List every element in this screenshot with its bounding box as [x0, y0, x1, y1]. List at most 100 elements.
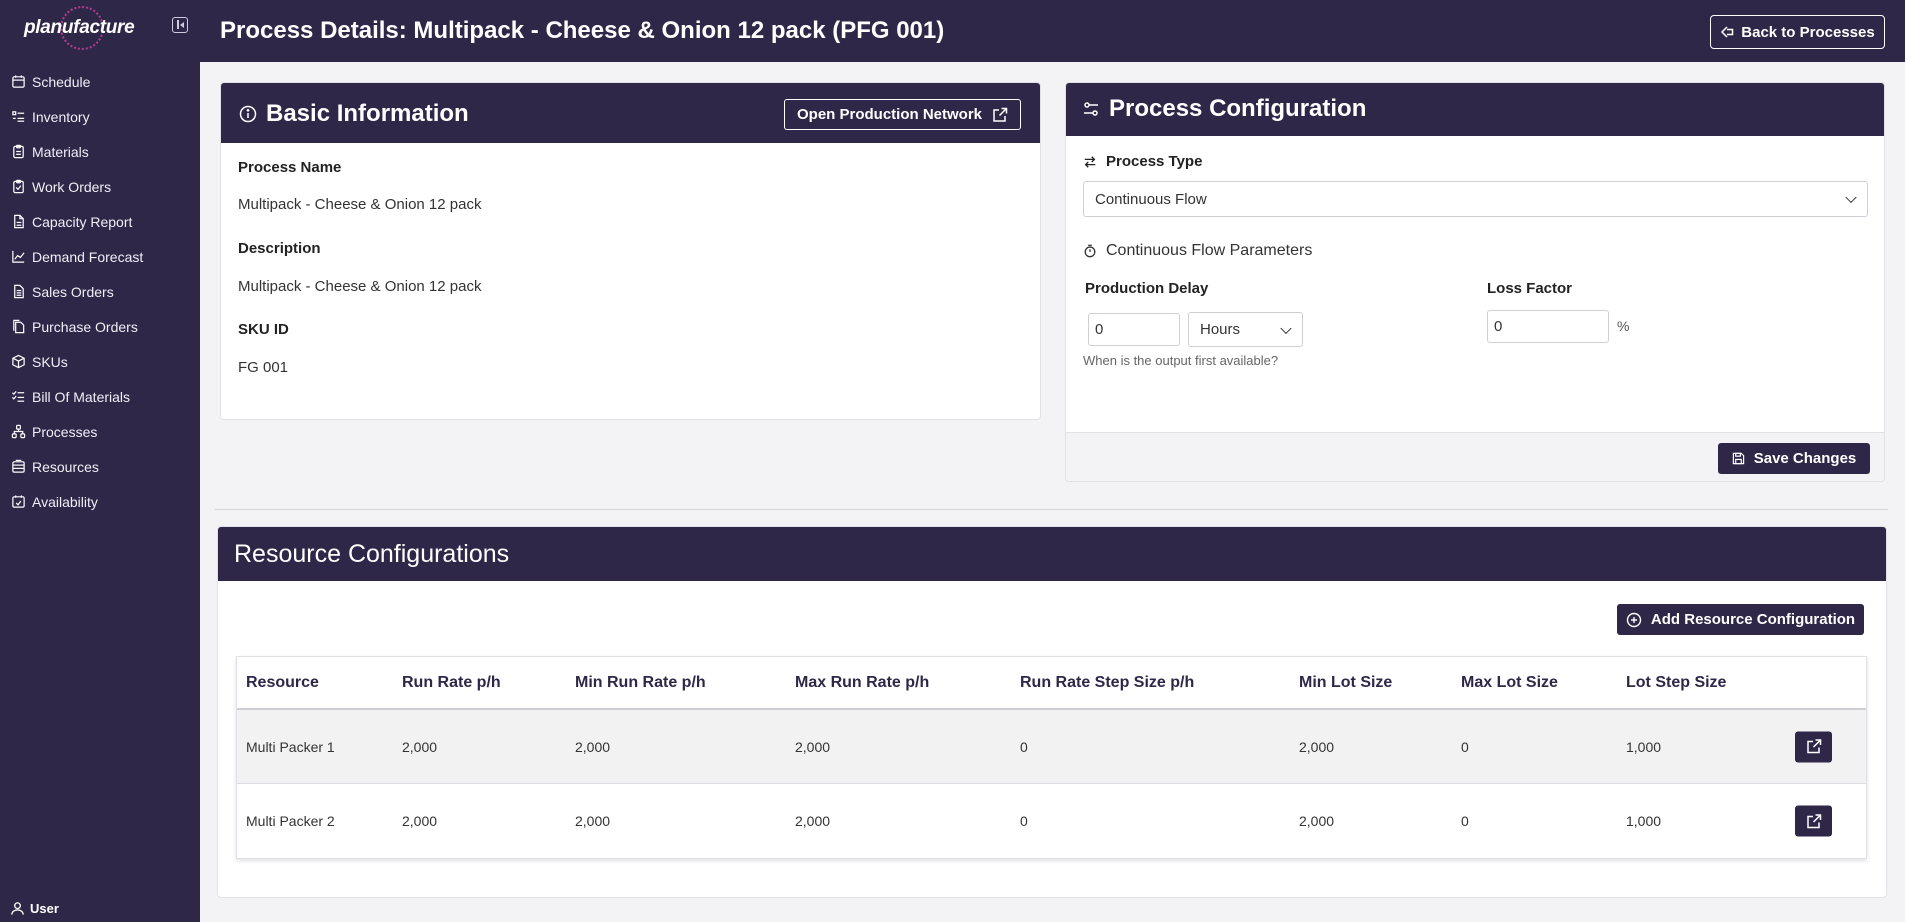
- sidebar-item-processes[interactable]: Processes: [0, 414, 200, 449]
- sidebar-item-materials[interactable]: Materials: [0, 134, 200, 169]
- description-value: Multipack - Cheese & Onion 12 pack: [238, 278, 482, 295]
- cell-run-rate-step-size: 0: [1020, 813, 1028, 829]
- cell-max-lot-size: 0: [1461, 738, 1469, 755]
- column-header-resource[interactable]: Resource: [246, 674, 319, 692]
- basic-information-title-text: Basic Information: [266, 100, 469, 127]
- network-icon: [11, 424, 26, 439]
- loss-factor-input[interactable]: 0: [1487, 310, 1609, 343]
- external-link-icon: [1806, 813, 1821, 828]
- sku-id-label: SKU ID: [238, 321, 289, 338]
- open-resource-button[interactable]: [1795, 731, 1832, 762]
- sidebar-item-label: Demand Forecast: [32, 248, 144, 265]
- cell-run-rate-step-size: 0: [1020, 738, 1028, 755]
- chart-line-icon: [12, 250, 25, 263]
- production-delay-unit-value: Hours: [1200, 321, 1241, 338]
- cell-resource: Multi Packer 2: [246, 813, 335, 829]
- save-changes-label: Save Changes: [1753, 450, 1857, 467]
- process-configuration-title-text: Process Configuration: [1109, 95, 1367, 122]
- checklist-icon: [11, 390, 25, 402]
- chevron-down-icon: [1845, 191, 1857, 204]
- column-header-min-lot-size[interactable]: Min Lot Size: [1299, 674, 1392, 692]
- column-header-run-rate[interactable]: Run Rate p/h: [402, 674, 501, 692]
- page-header: Process Details: Multipack - Cheese & On…: [200, 0, 1905, 62]
- column-header-max-lot-size[interactable]: Max Lot Size: [1461, 674, 1558, 692]
- back-arrow-icon: [1721, 26, 1734, 38]
- continuous-flow-parameters-text: Continuous Flow Parameters: [1106, 242, 1313, 259]
- basic-information-card: Basic Information Open Production Networ…: [220, 82, 1041, 420]
- column-header-min-run-rate[interactable]: Min Run Rate p/h: [575, 674, 706, 692]
- sliders-icon: [1084, 102, 1098, 116]
- sidebar-nav: Schedule Inventory Materials Work Orders…: [0, 64, 200, 519]
- swap-arrows-icon: [1084, 155, 1096, 168]
- sidebar-item-label: Purchase Orders: [32, 318, 138, 335]
- open-production-network-label: Open Production Network: [796, 106, 982, 123]
- table-row: Multi Packer 1 2,000 2,000 2,000 0 2,000…: [237, 710, 1866, 784]
- calendar-check-icon: [12, 495, 25, 508]
- sidebar-item-label: Availability: [32, 493, 98, 510]
- sidebar-item-availability[interactable]: Availability: [0, 484, 200, 519]
- open-production-network-button[interactable]: Open Production Network: [784, 99, 1021, 130]
- cell-lot-step-size: 1,000: [1626, 738, 1662, 755]
- sidebar-item-skus[interactable]: SKUs: [0, 344, 200, 379]
- production-delay-label: Production Delay: [1085, 280, 1209, 297]
- production-delay-unit-select[interactable]: Hours: [1188, 312, 1303, 347]
- sidebar-item-label: Materials: [32, 143, 89, 160]
- add-resource-configuration-label: Add Resource Configuration: [1650, 611, 1856, 628]
- page-title: Process Details: Multipack - Cheese & On…: [220, 17, 945, 44]
- process-type-label-text: Process Type: [1106, 153, 1203, 170]
- collapse-sidebar-icon[interactable]: [172, 17, 188, 33]
- sidebar-item-purchase-orders[interactable]: Purchase Orders: [0, 309, 200, 344]
- stack-icon: [12, 459, 25, 473]
- process-configuration-card: Process Configuration Process Type Conti…: [1065, 82, 1885, 482]
- cell-lot-step-size: 1,000: [1626, 813, 1662, 829]
- process-type-select[interactable]: Continuous Flow: [1083, 181, 1868, 217]
- table-header: Resource Run Rate p/h Min Run Rate p/h M…: [237, 657, 1866, 710]
- sidebar-item-label: Resources: [32, 458, 99, 475]
- cell-max-run-rate: 2,000: [795, 738, 831, 755]
- process-name-value: Multipack - Cheese & Onion 12 pack: [238, 196, 482, 213]
- sidebar-item-label: Bill Of Materials: [32, 388, 131, 405]
- save-changes-button[interactable]: Save Changes: [1718, 443, 1870, 474]
- process-type-label: Process Type: [1083, 153, 1202, 170]
- sidebar-item-work-orders[interactable]: Work Orders: [0, 169, 200, 204]
- description-label: Description: [238, 240, 321, 257]
- sidebar-item-bill-of-materials[interactable]: Bill Of Materials: [0, 379, 200, 414]
- info-icon: [239, 105, 257, 123]
- logo[interactable]: planufacture: [24, 6, 135, 50]
- cell-min-lot-size: 2,000: [1299, 813, 1335, 829]
- column-header-lot-step-size[interactable]: Lot Step Size: [1626, 674, 1726, 692]
- process-type-value: Continuous Flow: [1095, 190, 1207, 208]
- list-icon: [12, 111, 25, 122]
- sidebar-item-schedule[interactable]: Schedule: [0, 64, 200, 99]
- production-delay-input[interactable]: 0: [1088, 313, 1180, 346]
- sidebar-item-capacity-report[interactable]: Capacity Report: [0, 204, 200, 239]
- sidebar-item-sales-orders[interactable]: Sales Orders: [0, 274, 200, 309]
- open-resource-button[interactable]: [1795, 805, 1832, 837]
- production-delay-hint: When is the output first available?: [1083, 353, 1279, 368]
- save-icon: [1732, 452, 1744, 465]
- file-icon: [14, 214, 24, 229]
- sidebar-item-inventory[interactable]: Inventory: [0, 99, 200, 134]
- back-to-processes-button[interactable]: Back to Processes: [1710, 15, 1885, 49]
- document-icon: [14, 284, 24, 299]
- loss-factor-unit: %: [1617, 318, 1630, 334]
- sidebar-item-label: Processes: [32, 423, 98, 440]
- logo-text: planufacture: [24, 17, 135, 38]
- add-resource-configuration-button[interactable]: Add Resource Configuration: [1617, 604, 1864, 635]
- process-configuration-title: Process Configuration: [1082, 95, 1366, 123]
- sidebar-item-demand-forecast[interactable]: Demand Forecast: [0, 239, 200, 274]
- user-name: User: [30, 901, 59, 916]
- cell-resource: Multi Packer 1: [246, 738, 335, 755]
- process-configuration-footer: Save Changes: [1066, 432, 1884, 481]
- sidebar-item-label: Sales Orders: [32, 283, 114, 300]
- sidebar-item-resources[interactable]: Resources: [0, 449, 200, 484]
- clipboard-check-icon: [13, 179, 24, 194]
- external-link-icon: [993, 107, 1008, 122]
- column-header-max-run-rate[interactable]: Max Run Rate p/h: [795, 674, 929, 692]
- column-header-run-rate-step-size[interactable]: Run Rate Step Size p/h: [1020, 674, 1194, 692]
- resource-configurations-title: Resource Configurations: [234, 540, 510, 568]
- section-divider: [215, 509, 1888, 510]
- user-menu[interactable]: User: [10, 901, 59, 916]
- process-configuration-header: Process Configuration: [1066, 83, 1884, 136]
- sidebar: planufacture Schedule Inventory Material…: [0, 0, 200, 922]
